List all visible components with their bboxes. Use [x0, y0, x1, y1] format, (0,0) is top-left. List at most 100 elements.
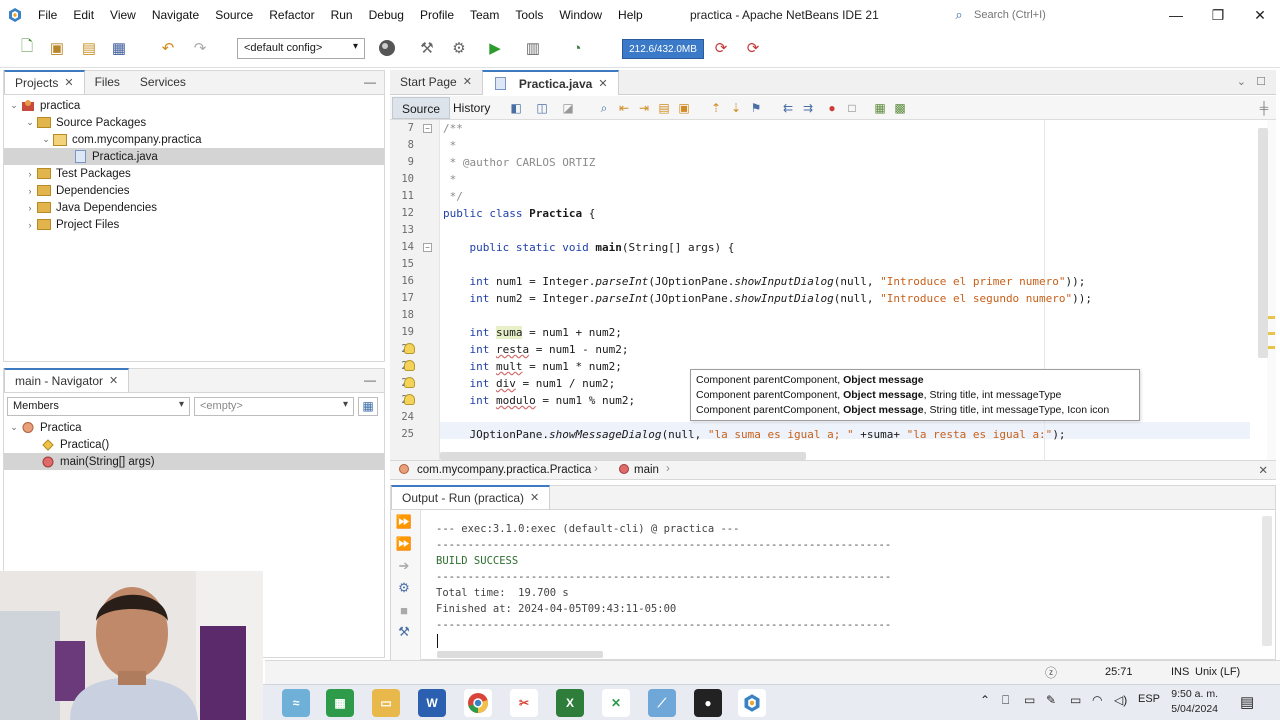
profile-ide-icon[interactable]: ⟳	[742, 37, 764, 59]
stop-macro-icon[interactable]: □	[844, 100, 860, 116]
tab-services[interactable]: Services	[130, 70, 196, 94]
toggle-bookmark-icon[interactable]: ⚑	[748, 100, 764, 116]
split-editor-icon[interactable]: ╪	[1256, 100, 1272, 116]
hint-bulb-icon[interactable]	[404, 343, 415, 354]
desktop-wallpaper-icon[interactable]: ≈	[282, 689, 310, 717]
breadcrumb-method[interactable]: main	[634, 464, 659, 476]
prev-bookmark-icon[interactable]: ⇡	[708, 100, 724, 116]
tab-projects[interactable]: Projects ✕	[4, 70, 85, 94]
build-hammer-icon[interactable]: ⚒	[416, 37, 438, 59]
expand-icon[interactable]: ›	[24, 220, 36, 230]
menu-file[interactable]: File	[30, 0, 65, 30]
tree-item-source-packages[interactable]: ⌄ Source Packages	[4, 114, 384, 131]
notifications-icon[interactable]: ⓩ	[1045, 664, 1057, 681]
obs-icon[interactable]: ●	[694, 689, 722, 717]
maximize-window-button[interactable]: ❐	[1198, 0, 1238, 30]
rerun-icon[interactable]: ⏩	[395, 514, 413, 530]
profile-project-icon[interactable]: ◔	[566, 37, 588, 59]
horizontal-scrollbar[interactable]	[440, 452, 806, 460]
output-vertical-scrollbar[interactable]	[1262, 516, 1272, 646]
close-icon[interactable]: ✕	[463, 70, 472, 95]
line-ending[interactable]: Unix (LF)	[1195, 666, 1240, 678]
tab-practica-java[interactable]: Practica.java ✕	[481, 70, 619, 95]
history-mode-button[interactable]: History	[444, 97, 499, 119]
find-next-icon[interactable]: ⇥	[636, 100, 652, 116]
save-all-icon[interactable]: ▦	[108, 37, 130, 59]
expand-icon[interactable]: ›	[24, 186, 36, 196]
caret-position[interactable]: 25:71	[1105, 666, 1133, 678]
excel-x-icon[interactable]: ✕	[602, 689, 630, 717]
menu-profile[interactable]: Profile	[412, 0, 462, 30]
tree-item-practica[interactable]: ⌄ practica	[4, 97, 384, 114]
resume-icon[interactable]: ➔	[395, 558, 413, 574]
close-icon[interactable]: ✕	[109, 370, 118, 392]
language-indicator[interactable]: ESP	[1138, 693, 1160, 705]
shift-left-icon[interactable]: ⇇	[780, 100, 796, 116]
minimize-panel-icon[interactable]: —	[364, 75, 376, 89]
vertical-scrollbar[interactable]	[1258, 128, 1268, 358]
redo-icon[interactable]: ↷	[189, 37, 211, 59]
start-macro-icon[interactable]: ●	[824, 100, 840, 116]
next-bookmark-icon[interactable]: ⇣	[728, 100, 744, 116]
back-icon[interactable]: ◫	[534, 100, 550, 116]
settings-icon[interactable]: ⚙	[395, 580, 413, 596]
close-window-button[interactable]: ✕	[1240, 0, 1280, 30]
battery-icon[interactable]: ▭	[1070, 693, 1081, 707]
collapse-icon[interactable]: ⌄	[40, 134, 52, 145]
insert-mode[interactable]: INS	[1171, 666, 1189, 678]
close-icon[interactable]: ✕	[598, 73, 607, 95]
tree-item-java-dependencies[interactable]: › Java Dependencies	[4, 199, 384, 216]
menu-team[interactable]: Team	[462, 0, 507, 30]
output-options-icon[interactable]: ⚒	[395, 624, 413, 640]
memory-usage-bar[interactable]: 212.6/432.0MB	[622, 39, 704, 59]
hint-bulb-icon[interactable]	[404, 360, 415, 371]
fold-icon[interactable]: −	[423, 124, 432, 133]
snipping-tool-icon[interactable]: ✂	[510, 689, 538, 717]
spreadsheet-app-icon[interactable]: ▦	[326, 689, 354, 717]
find-previous-icon[interactable]: ⇤	[616, 100, 632, 116]
hint-bulb-icon[interactable]	[404, 394, 415, 405]
warning-mark[interactable]	[1268, 346, 1275, 349]
error-stripe[interactable]	[1267, 120, 1276, 460]
collapse-icon[interactable]: ⌄	[8, 100, 20, 111]
uncomment-icon[interactable]: ▩	[892, 100, 908, 116]
config-select[interactable]: <default config> ▾	[237, 38, 365, 59]
pen-tray-icon[interactable]: ✎	[1046, 693, 1056, 707]
gc-icon[interactable]: ⟳	[710, 37, 732, 59]
clock[interactable]: 9:50 a. m. 5/04/2024	[1160, 687, 1218, 717]
menu-refactor[interactable]: Refactor	[261, 0, 322, 30]
collapse-icon[interactable]: ⌄	[8, 422, 20, 433]
collapse-icon[interactable]: ⌄	[24, 117, 36, 128]
fold-icon[interactable]: −	[423, 243, 432, 252]
close-icon[interactable]: ✕	[530, 487, 539, 509]
tree-item-package[interactable]: ⌄ com.mycompany.practica	[4, 131, 384, 148]
minimize-panel-icon[interactable]: —	[364, 373, 376, 387]
word-icon[interactable]: W	[418, 689, 446, 717]
search-input[interactable]	[970, 5, 1150, 25]
menu-run[interactable]: Run	[323, 0, 361, 30]
notification-center-icon[interactable]: ▤	[1240, 693, 1254, 711]
expand-icon[interactable]: ›	[24, 203, 36, 213]
forward-icon[interactable]: ◪	[560, 100, 576, 116]
menu-help[interactable]: Help	[610, 0, 651, 30]
minimize-window-button[interactable]: —	[1156, 0, 1196, 30]
volume-icon[interactable]: ◁)	[1114, 693, 1127, 707]
breadcrumb-class[interactable]: com.mycompany.practica.Practica	[417, 464, 591, 476]
nav-item-main-method[interactable]: main(String[] args)	[4, 453, 384, 470]
toggle-highlight-icon[interactable]: ▤	[656, 100, 672, 116]
toggle-rect-select-icon[interactable]: ▣	[676, 100, 692, 116]
device-icon[interactable]: ⎕	[1002, 693, 1009, 708]
search-box[interactable]: ⌕	[948, 5, 1152, 25]
output-horizontal-scrollbar[interactable]	[437, 651, 603, 658]
stop-icon[interactable]: ■	[395, 602, 413, 618]
maximize-editor-icon[interactable]: ☐	[1256, 75, 1266, 88]
source-mode-button[interactable]: Source	[392, 97, 451, 119]
members-filter-select[interactable]: Members ▾	[7, 397, 190, 416]
warning-mark[interactable]	[1268, 332, 1275, 335]
tree-item-test-packages[interactable]: › Test Packages	[4, 165, 384, 182]
tab-files[interactable]: Files	[85, 70, 130, 94]
close-icon[interactable]: ✕	[64, 72, 73, 94]
new-project-icon[interactable]: ▣	[46, 37, 68, 59]
tree-item-practica-java[interactable]: Practica.java	[4, 148, 384, 165]
expand-icon[interactable]: ›	[24, 169, 36, 179]
